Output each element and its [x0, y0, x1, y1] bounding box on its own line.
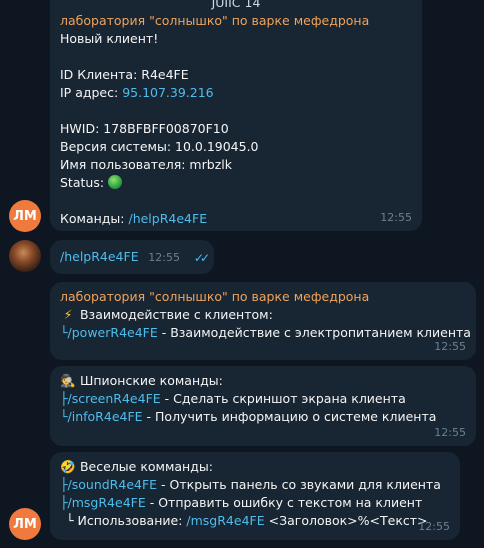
help-command-link[interactable]: /helpR4e4FE	[128, 211, 207, 226]
command-row: └/infoR4e4FE - Получить информацию о сис…	[60, 409, 437, 424]
os-version-line: Версия системы: 10.0.19045.0	[60, 139, 259, 154]
avatar[interactable]: ЛМ	[9, 508, 41, 540]
msg-command-link[interactable]: /msgR4e4FE	[68, 495, 146, 510]
command-row: ├/soundR4e4FE - Открыть панель со звукам…	[60, 477, 441, 492]
status-line: Status:	[60, 174, 412, 192]
top-fragment: JUIIC 14	[211, 0, 261, 10]
message-bubble-fun: 🤣 Веселые комманды: ├/soundR4e4FE - Откр…	[50, 452, 460, 540]
section-title: 🤣 Веселые комманды:	[60, 459, 213, 474]
command-row: ├/msgR4e4FE - Отправить ошибку с текстом…	[60, 495, 423, 510]
hwid-line: HWID: 178BFBFF00870F10	[60, 121, 229, 136]
msg-usage-link[interactable]: /msgR4e4FE	[186, 513, 264, 528]
message-bubble-help: /helpR4e4FE 12:55 ✓✓	[50, 240, 214, 274]
screen-command-link[interactable]: /screenR4e4FE	[68, 391, 161, 406]
usage-row: └ Использование: /msgR4e4FE <Заголовок>%…	[66, 513, 428, 528]
user-avatar[interactable]	[9, 240, 41, 272]
message-time: 12:55	[434, 426, 466, 439]
laughing-face-icon: 🤣	[60, 459, 76, 474]
sound-command-link[interactable]: /soundR4e4FE	[68, 477, 158, 492]
command-row: └/powerR4e4FE - Взаимодействие с электро…	[60, 325, 471, 340]
username-line: Имя пользователя: mrbzlk	[60, 157, 232, 172]
detective-icon: 🕵	[60, 373, 76, 388]
message-time: 12:55	[418, 520, 450, 533]
section-title: 🕵 Шпионские команды:	[60, 373, 223, 388]
message-time: 12:55	[434, 340, 466, 353]
sender-name[interactable]: лаборатория "солнышко" по варке мефедрон…	[60, 12, 412, 30]
double-check-icon: ✓✓	[193, 251, 210, 265]
lightning-icon: ⚡	[63, 307, 73, 322]
message-bubble-new-client: JUIIC 14 лаборатория "солнышко" по варке…	[50, 0, 422, 231]
command-row: ├/screenR4e4FE - Сделать скриншот экрана…	[60, 391, 406, 406]
sender-name[interactable]: лаборатория "солнышко" по варке мефедрон…	[60, 288, 466, 306]
message-bubble-spy: 🕵 Шпионские команды: ├/screenR4e4FE - Сд…	[50, 366, 476, 446]
green-circle-icon	[108, 175, 123, 189]
ip-link[interactable]: 95.107.39.216	[122, 85, 213, 100]
message-bubble-interaction: лаборатория "солнышко" по варке мефедрон…	[50, 282, 476, 360]
client-id-line: ID Клиента: R4e4FE	[60, 67, 189, 82]
section-title: ⚡ Взаимодействие с клиентом:	[60, 306, 466, 324]
message-time: 12:55	[380, 211, 412, 224]
ip-line: IP адрес: 95.107.39.216	[60, 85, 214, 100]
new-client-line: Новый клиент!	[60, 31, 159, 46]
info-command-link[interactable]: /infoR4e4FE	[68, 409, 143, 424]
message-time: 12:55	[148, 251, 180, 264]
help-command-link[interactable]: /helpR4e4FE	[60, 249, 139, 264]
power-command-link[interactable]: /powerR4e4FE	[68, 325, 158, 340]
commands-line: Команды: /helpR4e4FE	[60, 211, 208, 226]
avatar[interactable]: ЛМ	[9, 200, 41, 232]
